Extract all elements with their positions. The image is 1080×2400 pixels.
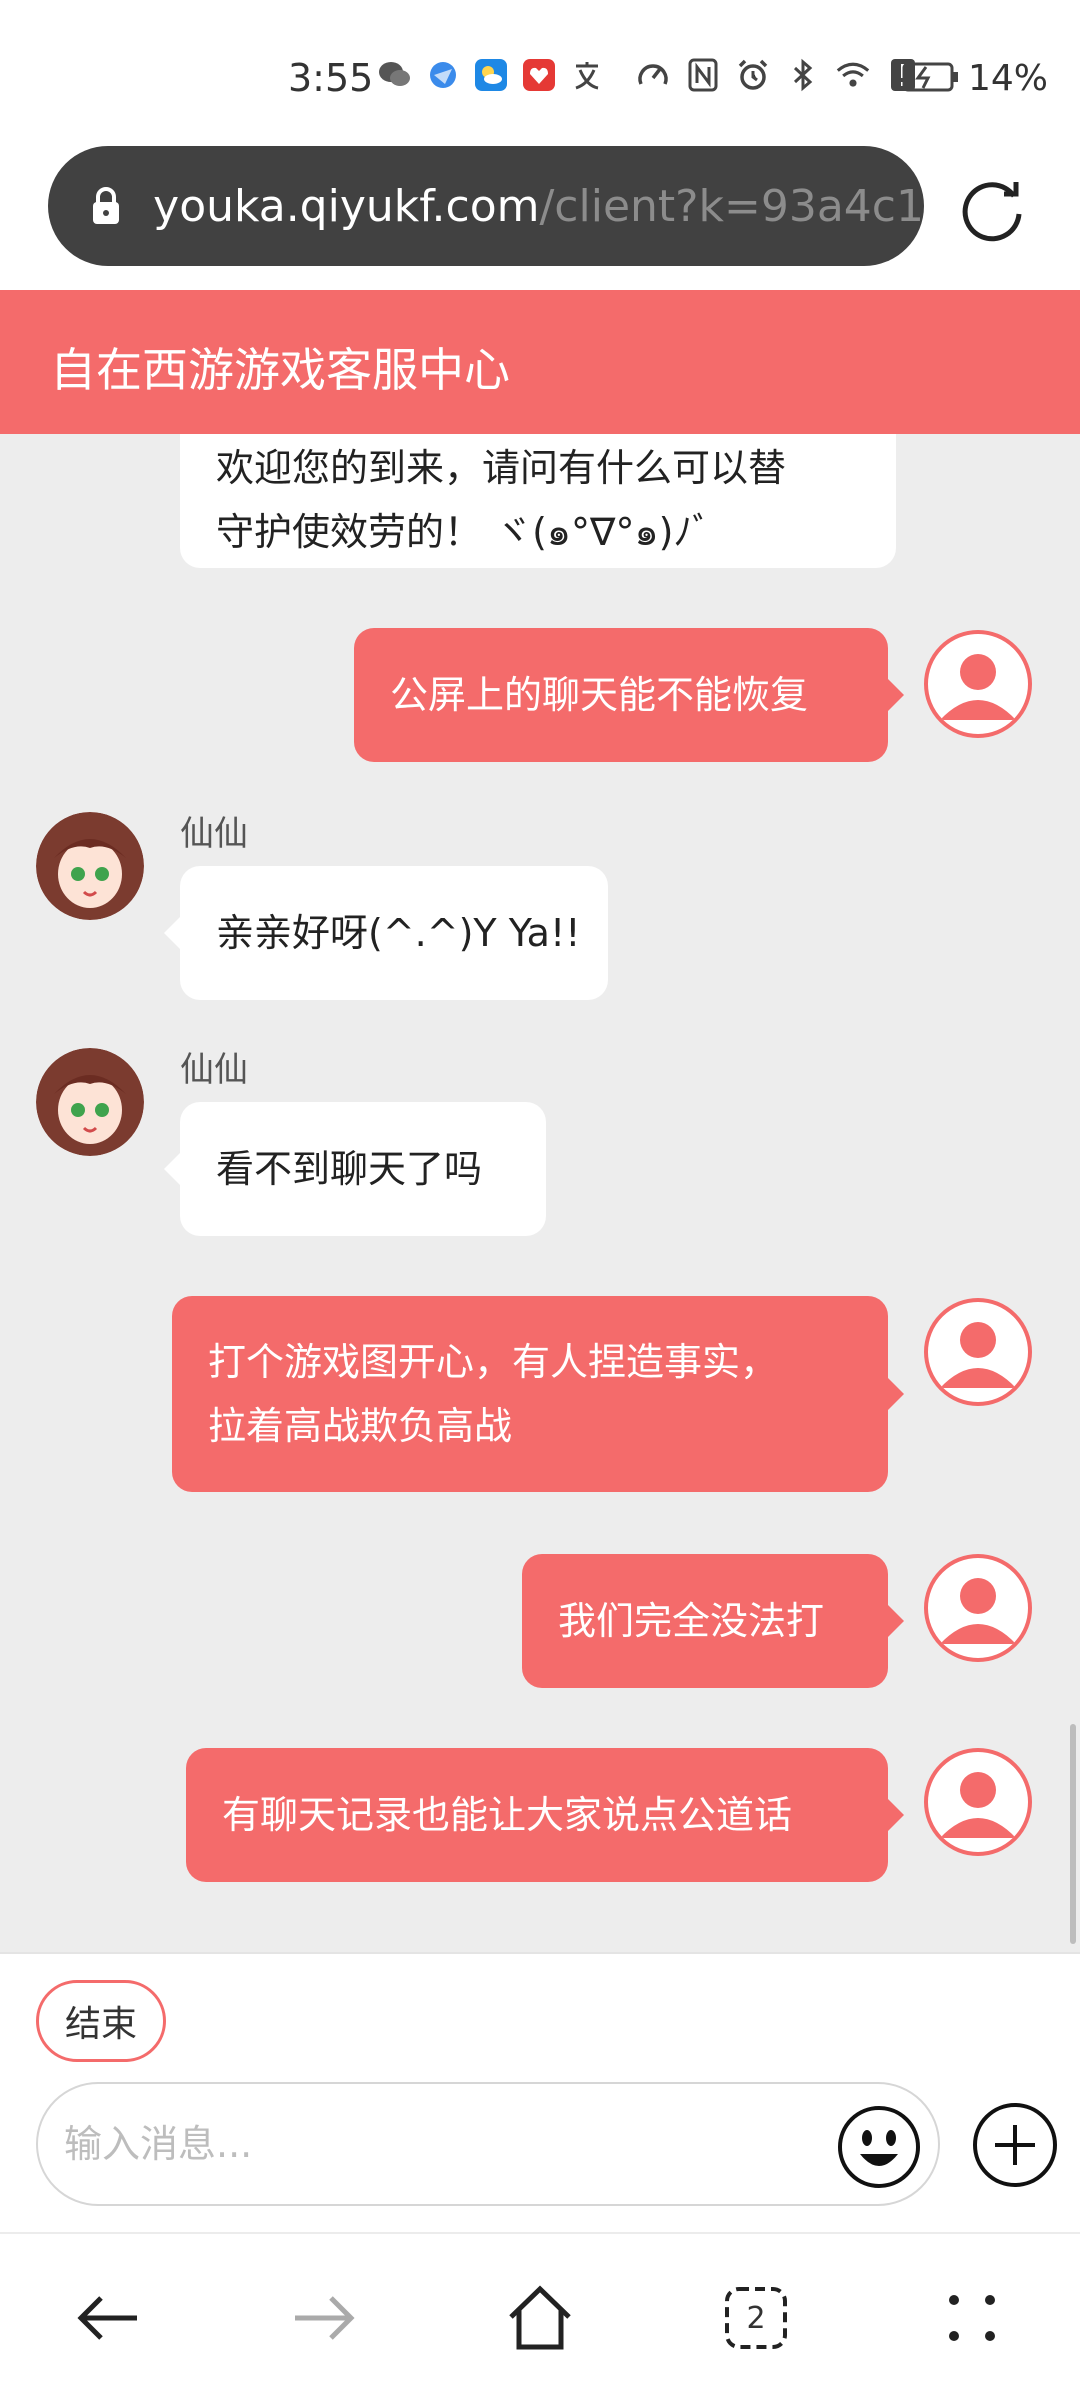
message-line: 守护使效劳的！ ヾ(๑°∇°๑)ﾉﾞ bbox=[216, 510, 712, 554]
message-text: 我们完全没法打 bbox=[558, 1599, 825, 1643]
tabs-button[interactable]: 2 bbox=[718, 2280, 794, 2356]
message-bubble-outgoing: 公屏上的聊天能不能恢复 bbox=[354, 628, 904, 762]
battery-status: 14% bbox=[902, 58, 1048, 99]
reload-icon bbox=[962, 182, 1022, 242]
translate-icon bbox=[570, 58, 604, 92]
user-avatar bbox=[924, 1554, 1032, 1662]
alarm-icon bbox=[736, 58, 770, 92]
message-bubble-incoming: 亲亲好呀(^.^)Y Ya!! bbox=[164, 866, 608, 1000]
message-input-box[interactable] bbox=[36, 2082, 940, 2206]
scrollbar-thumb[interactable] bbox=[1070, 1724, 1076, 1944]
lock-icon bbox=[90, 186, 143, 226]
battery-percent: 14% bbox=[968, 58, 1049, 99]
message-line: 欢迎您的到来，请问有什么可以替 bbox=[216, 446, 787, 490]
end-chat-button[interactable]: 结束 bbox=[36, 1980, 166, 2062]
battery-icon bbox=[902, 61, 960, 97]
user-avatar-icon bbox=[940, 1578, 1016, 1644]
home-icon bbox=[509, 2285, 571, 2350]
message-text: 公屏上的聊天能不能恢复 bbox=[390, 673, 809, 717]
user-avatar-icon bbox=[940, 1322, 1016, 1388]
menu-icon bbox=[949, 2295, 995, 2341]
message-input[interactable] bbox=[64, 2114, 824, 2174]
message-text: 有聊天记录也能让大家说点公道话 bbox=[222, 1793, 793, 1837]
wechat-icon bbox=[378, 58, 412, 92]
nfc-icon bbox=[686, 58, 720, 92]
sender-name: 仙仙 bbox=[180, 814, 248, 854]
address-bar[interactable]: youka.qiyukf.com/client?k=93a4c1 bbox=[48, 146, 924, 266]
reload-button[interactable] bbox=[956, 172, 1030, 246]
sender-name: 仙仙 bbox=[180, 1050, 248, 1090]
forward-button[interactable] bbox=[286, 2280, 362, 2356]
weather-icon bbox=[474, 58, 508, 92]
message-line: 打个游戏图开心，有人捏造事实， bbox=[208, 1340, 779, 1384]
system-icons bbox=[636, 58, 920, 92]
forward-icon bbox=[295, 2296, 355, 2340]
status-bar: 3:55 14% bbox=[0, 0, 1080, 148]
message-bubble-outgoing: 我们完全没法打 bbox=[522, 1554, 904, 1688]
user-avatar-icon bbox=[940, 654, 1016, 720]
tab-count: 2 bbox=[746, 2300, 766, 2336]
emoji-button[interactable] bbox=[836, 2104, 922, 2190]
agent-avatar bbox=[36, 1048, 144, 1156]
agent-avatar-icon bbox=[36, 812, 144, 920]
user-avatar bbox=[924, 1298, 1032, 1406]
app-icon bbox=[522, 58, 556, 92]
url-path: /client?k=93a4c1 bbox=[539, 180, 924, 232]
speed-icon bbox=[636, 58, 670, 92]
menu-button[interactable] bbox=[934, 2280, 1010, 2356]
user-avatar-icon bbox=[940, 1772, 1016, 1838]
chat-area[interactable]: 欢迎您的到来，请问有什么可以替 守护使效劳的！ ヾ(๑°∇°๑)ﾉﾞ 公屏上的聊… bbox=[0, 434, 1080, 1952]
agent-avatar-icon bbox=[36, 1048, 144, 1156]
message-bubble-incoming: 欢迎您的到来，请问有什么可以替 守护使效劳的！ ヾ(๑°∇°๑)ﾉﾞ bbox=[180, 434, 896, 568]
message-text: 亲亲好呀(^.^)Y Ya!! bbox=[216, 911, 581, 955]
notification-icons bbox=[378, 58, 604, 92]
browser-nav-bar: 2 bbox=[0, 2232, 1080, 2400]
app-header: 自在西游游戏客服中心 bbox=[0, 290, 1080, 434]
browser-icon bbox=[426, 58, 460, 92]
home-button[interactable] bbox=[502, 2280, 578, 2356]
agent-avatar bbox=[36, 812, 144, 920]
emoji-icon bbox=[838, 2106, 920, 2188]
plus-icon bbox=[973, 2103, 1057, 2187]
message-bubble-outgoing: 打个游戏图开心，有人捏造事实， 拉着高战欺负高战 bbox=[172, 1296, 904, 1492]
page-title: 自在西游游戏客服中心 bbox=[50, 343, 510, 397]
back-icon bbox=[77, 2296, 137, 2340]
wifi-icon bbox=[836, 58, 870, 92]
message-text: 看不到聊天了吗 bbox=[216, 1147, 483, 1191]
add-attachment-button[interactable] bbox=[970, 2100, 1060, 2190]
bluetooth-icon bbox=[786, 58, 820, 92]
message-bubble-incoming: 看不到聊天了吗 bbox=[164, 1102, 546, 1236]
user-avatar bbox=[924, 1748, 1032, 1856]
url-host: youka.qiyukf.com bbox=[153, 180, 540, 232]
user-avatar bbox=[924, 630, 1032, 738]
back-button[interactable] bbox=[70, 2280, 146, 2356]
url-text[interactable]: youka.qiyukf.com/client?k=93a4c1 bbox=[153, 181, 924, 232]
message-line: 拉着高战欺负高战 bbox=[208, 1404, 513, 1448]
message-bubble-outgoing: 有聊天记录也能让大家说点公道话 bbox=[186, 1748, 904, 1882]
status-time: 3:55 bbox=[288, 56, 374, 100]
